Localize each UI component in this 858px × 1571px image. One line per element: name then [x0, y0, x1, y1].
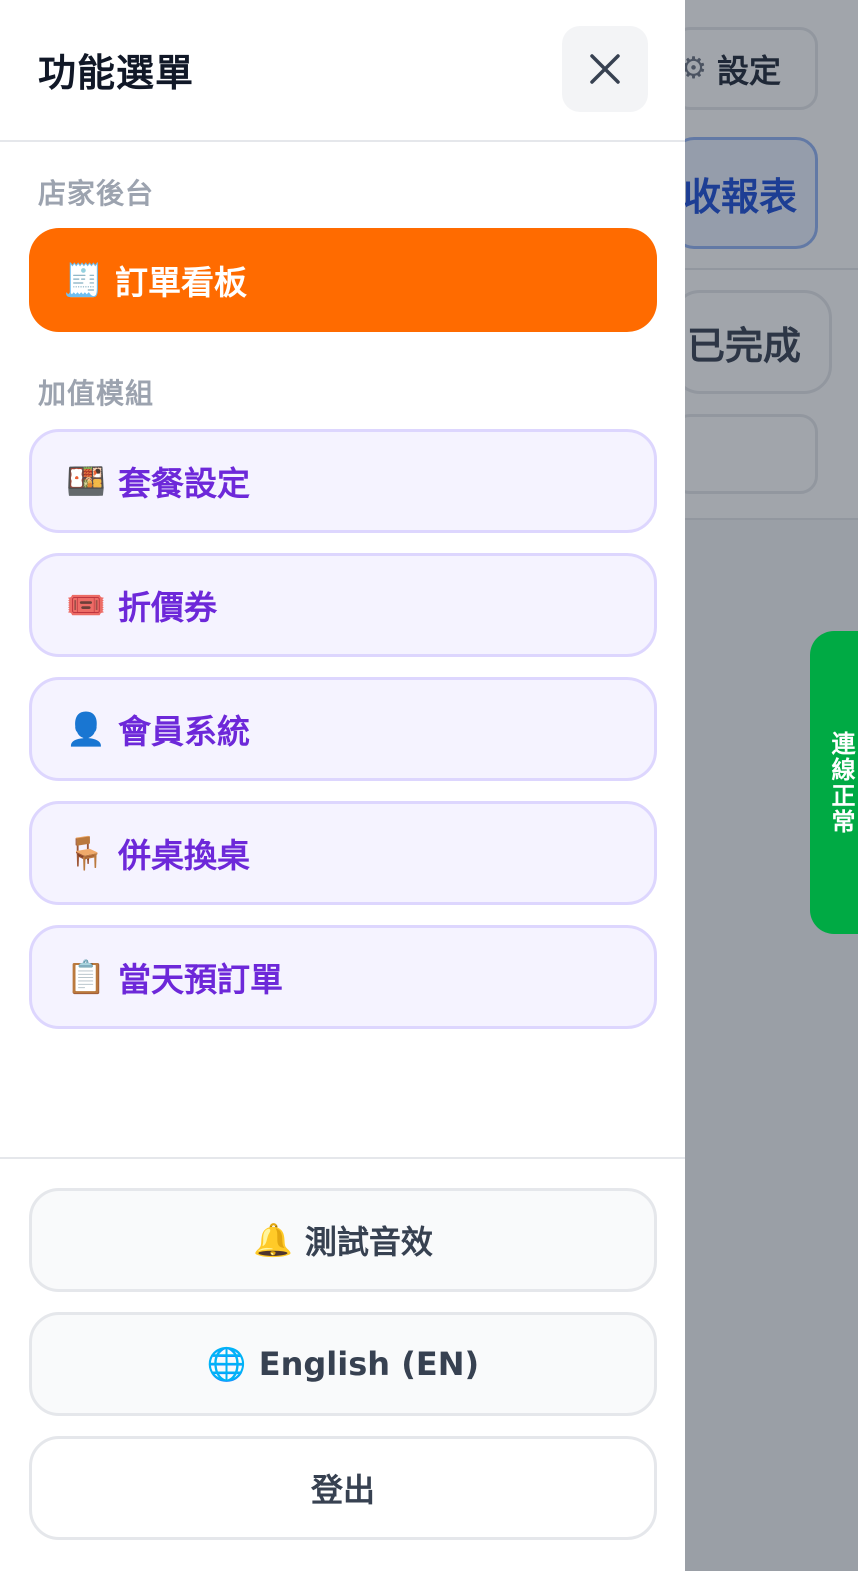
chair-icon: 🪑: [66, 834, 106, 872]
menu-item-merge-tables[interactable]: 🪑 併桌換桌: [29, 801, 657, 905]
bell-icon: 🔔: [253, 1221, 293, 1259]
bento-icon: 🍱: [66, 462, 106, 500]
menu-item-order-board[interactable]: 🧾 訂單看板: [29, 228, 657, 332]
drawer-header: 功能選單: [0, 0, 685, 142]
connection-status-text: 連線正常: [827, 730, 855, 835]
drawer-title: 功能選單: [38, 51, 195, 95]
menu-item-label: 會員系統: [118, 712, 250, 751]
section-label-store-admin: 店家後台: [38, 177, 155, 210]
language-button[interactable]: 🌐 English (EN): [29, 1312, 657, 1416]
close-button[interactable]: [562, 26, 648, 112]
menu-item-label: 當天預訂單: [118, 960, 283, 999]
menu-item-label: 訂單看板: [115, 263, 247, 302]
test-sound-label: 測試音效: [304, 1223, 433, 1261]
logout-label: 登出: [310, 1471, 375, 1509]
menu-item-label: 併桌換桌: [118, 836, 250, 875]
section-label-addons: 加值模組: [38, 377, 155, 410]
close-icon: [590, 54, 620, 84]
user-icon: 👤: [66, 710, 106, 748]
globe-icon: 🌐: [206, 1345, 247, 1383]
logout-button[interactable]: 登出: [29, 1436, 657, 1540]
footer-divider: [0, 1157, 685, 1159]
menu-item-coupons[interactable]: 🎟️ 折價券: [29, 553, 657, 657]
test-sound-button[interactable]: 🔔 測試音效: [29, 1188, 657, 1292]
menu-item-combo-settings[interactable]: 🍱 套餐設定: [29, 429, 657, 533]
connection-status-badge: 連線正常: [810, 631, 858, 934]
menu-item-membership[interactable]: 👤 會員系統: [29, 677, 657, 781]
menu-item-label: 折價券: [118, 588, 217, 627]
clipboard-icon: 📋: [66, 958, 106, 996]
menu-item-today-reservations[interactable]: 📋 當天預訂單: [29, 925, 657, 1029]
receipt-icon: 🧾: [63, 261, 103, 299]
language-label: English (EN): [258, 1345, 480, 1383]
menu-item-label: 套餐設定: [118, 464, 250, 503]
ticket-icon: 🎟️: [66, 586, 106, 624]
side-menu-drawer: 功能選單 店家後台 🧾 訂單看板 加值模組 🍱 套餐設定 🎟️ 折價券 👤 會員…: [0, 0, 685, 1571]
